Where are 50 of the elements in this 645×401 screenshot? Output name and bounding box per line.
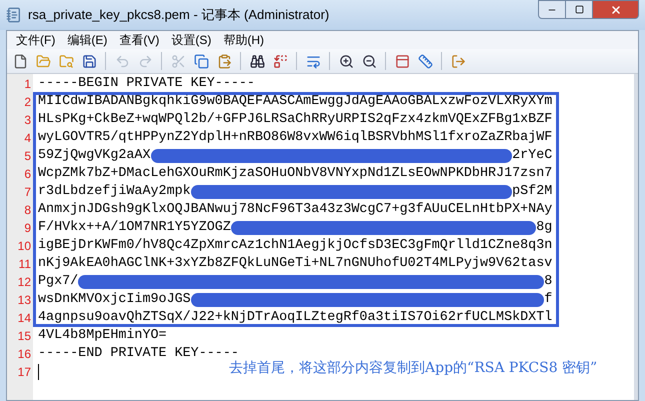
line-number: 11 [18,256,31,273]
code-line: nKj9AkEA0hAGClNK+3xYZb8ZFQkLuNGeTi+NL7nGNUhofU02T4MLPyjw9V62tasv [38,254,552,273]
close-button[interactable] [593,0,639,19]
code-line: MIICdwIBADANBgkqhkiG9w0BAQEFAASCAmEwggJdAgEAAoGBALxzwFozVLXRyXYm [38,92,552,111]
line-number: 1 [24,76,31,93]
code-line: pSf2M [512,182,552,201]
menu-item[interactable]: 文件(F) [11,31,60,49]
line-number: 9 [24,220,31,237]
code-line: wyLGOVTR5/qtHPPynZ2YdplH+nRBO86W8vxWW6iqlBSRVbhMSl1fxroZaZRbajWF [38,128,552,147]
code-line: 2rYeC [512,146,552,165]
menu-item[interactable]: 帮助(H) [218,31,269,49]
line-number: 7 [24,184,31,201]
code-line: 59ZjQwgVKg2aAX [38,146,150,165]
maximize-icon [574,5,584,14]
code-line: 4agnpsu9oavQhZTSqX/J22+kNjDTrAoqILZtegRf0a3tiIS7Oi62rfUCLMSkDXTl [38,308,552,327]
code-line: F/HVkx++A/1OM7NR1Y5YZOGZ [38,218,231,237]
code-line: 8 [544,272,552,291]
line-number: 12 [18,274,31,291]
code-line: AnmxjnJDGsh9gKlxOQJBANwuj78NcF96T3a43z3WcgC7+g3fAUuCELnHtbPX+NAy [38,200,552,219]
notepad-icon [6,7,22,23]
code-line: Pgx7/ [38,272,78,291]
line-number: 2 [24,94,31,111]
code-line: -----END PRIVATE KEY----- [38,344,239,361]
code-line: wsDnKMVOxjcIim9oJGS [38,290,191,309]
code-line: HLsPKg+CkBeZ+wqWPQl2b/+GFPJ6LRSaChRRyURPIS2qFzx4zkmVQExZFBg1xBZF [38,110,552,129]
line-number: 8 [24,202,31,219]
code-line: -----BEGIN PRIVATE KEY----- [38,74,255,93]
line-number: 15 [18,328,31,345]
line-number: 10 [18,238,31,255]
menu-item[interactable]: 编辑(E) [62,31,112,49]
line-number: 3 [24,112,31,129]
menu-item[interactable]: 设置(S) [166,31,216,49]
window-title: rsa_private_key_pkcs8.pem - 记事本 (Administrator) [28,6,330,24]
line-number: 5 [24,148,31,165]
maximize-button[interactable] [566,0,593,19]
line-number: 17 [18,364,31,381]
code-line: 8g [536,218,552,237]
close-icon [610,4,622,16]
code-line: igBEjDrKWFm0/hV8Qc4ZpXmrcAz1chN1AegjkjOcfsD3EC3gFmQrlld1CZne8q3n [38,236,552,255]
code-line: WcpZMk7bZ+DMacLehGXOuRmKjzaSOHuONbV8VNYxpNd1ZLsEOwNPKDbHRJ17zsn7 [38,164,552,183]
line-number: 13 [18,292,31,309]
annotation-text: 去掉首尾，将这部分内容复制到App的“RSA PKCS8 密钥” [229,359,598,378]
code-line: f [544,290,552,309]
line-number: 4 [24,130,31,147]
code-line: r3dLbdzefjiWaAy2mpk [38,182,191,201]
line-number: 14 [18,310,31,327]
menu-item[interactable]: 查看(V) [114,31,164,49]
line-number: 16 [18,346,31,363]
code-line: 4VL4b8MpEHminYO= [38,326,167,345]
line-number: 6 [24,166,31,183]
